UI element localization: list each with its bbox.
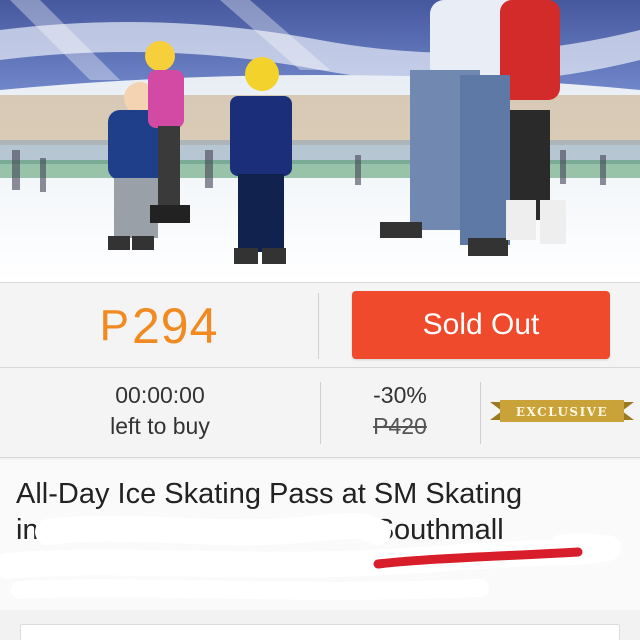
sold-out-button[interactable]: Sold Out xyxy=(352,291,610,359)
deal-hero-image xyxy=(0,0,640,282)
original-price: P420 xyxy=(373,413,427,439)
countdown-caption: left to buy xyxy=(110,413,210,439)
deal-title-line2-end: Southmall xyxy=(374,514,504,546)
deal-title-line2-start: in xyxy=(16,514,39,546)
next-card xyxy=(20,624,620,640)
price-amount: 294 xyxy=(131,298,219,354)
exclusive-badge-label: EXCLUSIVE xyxy=(516,405,608,419)
red-underline xyxy=(373,547,583,569)
exclusive-badge: EXCLUSIVE xyxy=(490,400,634,422)
deal-title-line1: All-Day Ice Skating Pass at SM Skating xyxy=(16,478,523,510)
divider xyxy=(318,293,319,359)
countdown-timer: 00:00:00 left to buy xyxy=(60,380,260,442)
divider xyxy=(320,382,321,444)
discount-percent: -30% xyxy=(373,382,427,408)
deal-title-area: All-Day Ice Skating Pass at SM Skating i… xyxy=(0,460,640,610)
price-row: P 294 Sold Out xyxy=(0,282,640,368)
currency-symbol: P xyxy=(99,301,130,350)
deal-title-line2: in Southmall xyxy=(16,512,626,548)
divider xyxy=(480,382,481,444)
discount-info: -30% P420 xyxy=(340,380,460,442)
countdown-time: 00:00:00 xyxy=(115,382,205,408)
deal-price: P 294 xyxy=(0,283,318,369)
deal-title: All-Day Ice Skating Pass at SM Skating i… xyxy=(16,476,626,548)
deal-page: P 294 Sold Out 00:00:00 left to buy -30%… xyxy=(0,0,640,640)
